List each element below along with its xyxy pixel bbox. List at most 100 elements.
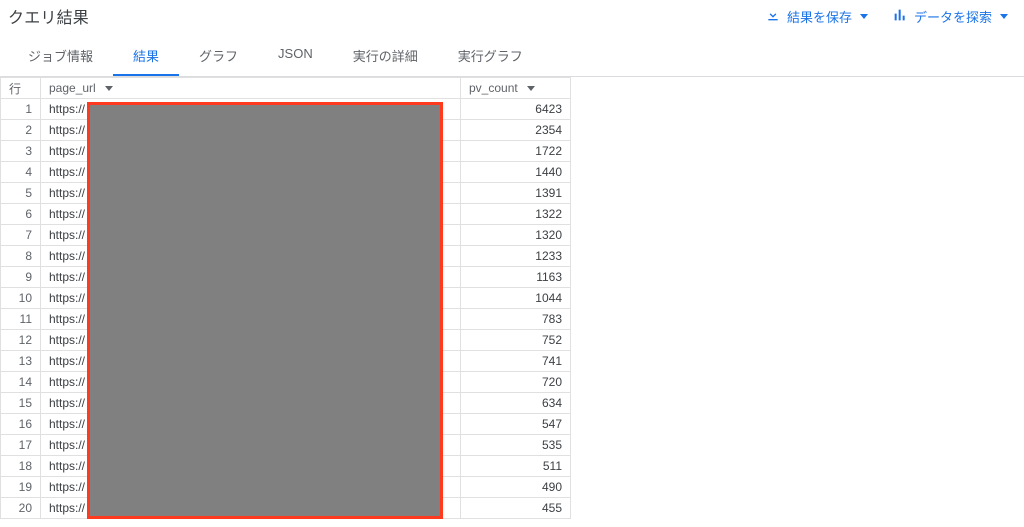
table-row[interactable]: 11https://783	[1, 309, 571, 330]
tab-results[interactable]: 結果	[113, 36, 179, 76]
cell-pv-count: 741	[461, 351, 571, 372]
cell-pv-count: 783	[461, 309, 571, 330]
cell-rownum: 6	[1, 204, 41, 225]
save-results-button[interactable]: 結果を保存	[765, 7, 868, 26]
cell-pv-count: 455	[461, 498, 571, 519]
sort-icon	[527, 86, 535, 91]
cell-page-url: https://	[41, 204, 461, 225]
cell-page-url: https://	[41, 393, 461, 414]
col-header-row[interactable]: 行	[1, 78, 41, 99]
explore-data-label: データを探索	[914, 7, 992, 26]
cell-rownum: 17	[1, 435, 41, 456]
cell-rownum: 4	[1, 162, 41, 183]
cell-page-url: https://	[41, 120, 461, 141]
results-table: 行 page_url pv_count 1https://64232https:…	[0, 77, 571, 519]
cell-pv-count: 1163	[461, 267, 571, 288]
cell-page-url: https://	[41, 288, 461, 309]
cell-rownum: 19	[1, 477, 41, 498]
col-header-page-url-label: page_url	[49, 81, 96, 95]
table-row[interactable]: 12https://752	[1, 330, 571, 351]
cell-rownum: 9	[1, 267, 41, 288]
cell-pv-count: 1440	[461, 162, 571, 183]
cell-page-url: https://	[41, 99, 461, 120]
cell-rownum: 13	[1, 351, 41, 372]
table-row[interactable]: 18https://511	[1, 456, 571, 477]
table-row[interactable]: 2https://2354	[1, 120, 571, 141]
cell-page-url: https://	[41, 183, 461, 204]
sort-icon	[105, 86, 113, 91]
cell-pv-count: 535	[461, 435, 571, 456]
cell-rownum: 8	[1, 246, 41, 267]
chevron-down-icon	[1000, 14, 1008, 19]
result-tabs: ジョブ情報 結果 グラフ JSON 実行の詳細 実行グラフ	[0, 36, 1024, 77]
cell-pv-count: 720	[461, 372, 571, 393]
table-row[interactable]: 1https://6423	[1, 99, 571, 120]
table-header-row: 行 page_url pv_count	[1, 78, 571, 99]
cell-rownum: 3	[1, 141, 41, 162]
cell-pv-count: 1722	[461, 141, 571, 162]
results-table-wrap: 行 page_url pv_count 1https://64232https:…	[0, 77, 1024, 519]
cell-page-url: https://	[41, 330, 461, 351]
cell-pv-count: 511	[461, 456, 571, 477]
cell-page-url: https://	[41, 456, 461, 477]
cell-rownum: 5	[1, 183, 41, 204]
table-row[interactable]: 15https://634	[1, 393, 571, 414]
table-row[interactable]: 16https://547	[1, 414, 571, 435]
table-row[interactable]: 9https://1163	[1, 267, 571, 288]
cell-pv-count: 1233	[461, 246, 571, 267]
cell-page-url: https://	[41, 309, 461, 330]
cell-rownum: 15	[1, 393, 41, 414]
cell-page-url: https://	[41, 498, 461, 519]
table-row[interactable]: 3https://1722	[1, 141, 571, 162]
table-row[interactable]: 4https://1440	[1, 162, 571, 183]
cell-rownum: 1	[1, 99, 41, 120]
cell-page-url: https://	[41, 267, 461, 288]
table-row[interactable]: 17https://535	[1, 435, 571, 456]
table-row[interactable]: 13https://741	[1, 351, 571, 372]
cell-pv-count: 1322	[461, 204, 571, 225]
col-header-pv-count[interactable]: pv_count	[461, 78, 571, 99]
download-icon	[765, 7, 781, 26]
cell-pv-count: 547	[461, 414, 571, 435]
cell-page-url: https://	[41, 225, 461, 246]
cell-pv-count: 1044	[461, 288, 571, 309]
header-actions: 結果を保存 データを探索	[765, 7, 1008, 26]
tab-json[interactable]: JSON	[258, 36, 333, 76]
tab-exec-detail[interactable]: 実行の詳細	[333, 36, 438, 76]
tab-graph[interactable]: グラフ	[179, 36, 258, 76]
table-row[interactable]: 7https://1320	[1, 225, 571, 246]
col-header-page-url[interactable]: page_url	[41, 78, 461, 99]
table-row[interactable]: 8https://1233	[1, 246, 571, 267]
cell-page-url: https://	[41, 435, 461, 456]
cell-page-url: https://	[41, 141, 461, 162]
cell-rownum: 14	[1, 372, 41, 393]
save-results-label: 結果を保存	[787, 7, 852, 26]
cell-rownum: 7	[1, 225, 41, 246]
page-title: クエリ結果	[8, 4, 89, 28]
table-row[interactable]: 20https://455	[1, 498, 571, 519]
cell-page-url: https://	[41, 246, 461, 267]
cell-rownum: 12	[1, 330, 41, 351]
cell-pv-count: 634	[461, 393, 571, 414]
results-header: クエリ結果 結果を保存 データを探索	[0, 0, 1024, 36]
cell-pv-count: 490	[461, 477, 571, 498]
cell-pv-count: 752	[461, 330, 571, 351]
cell-rownum: 20	[1, 498, 41, 519]
table-row[interactable]: 5https://1391	[1, 183, 571, 204]
table-row[interactable]: 19https://490	[1, 477, 571, 498]
cell-page-url: https://	[41, 477, 461, 498]
explore-data-button[interactable]: データを探索	[892, 7, 1008, 26]
col-header-row-label: 行	[9, 82, 21, 96]
table-row[interactable]: 6https://1322	[1, 204, 571, 225]
tab-job-info[interactable]: ジョブ情報	[8, 36, 113, 76]
tab-exec-graph[interactable]: 実行グラフ	[438, 36, 543, 76]
cell-rownum: 18	[1, 456, 41, 477]
cell-pv-count: 1391	[461, 183, 571, 204]
cell-page-url: https://	[41, 162, 461, 183]
col-header-pv-count-label: pv_count	[469, 81, 518, 95]
cell-page-url: https://	[41, 351, 461, 372]
cell-pv-count: 6423	[461, 99, 571, 120]
table-row[interactable]: 14https://720	[1, 372, 571, 393]
table-row[interactable]: 10https://1044	[1, 288, 571, 309]
cell-page-url: https://	[41, 414, 461, 435]
